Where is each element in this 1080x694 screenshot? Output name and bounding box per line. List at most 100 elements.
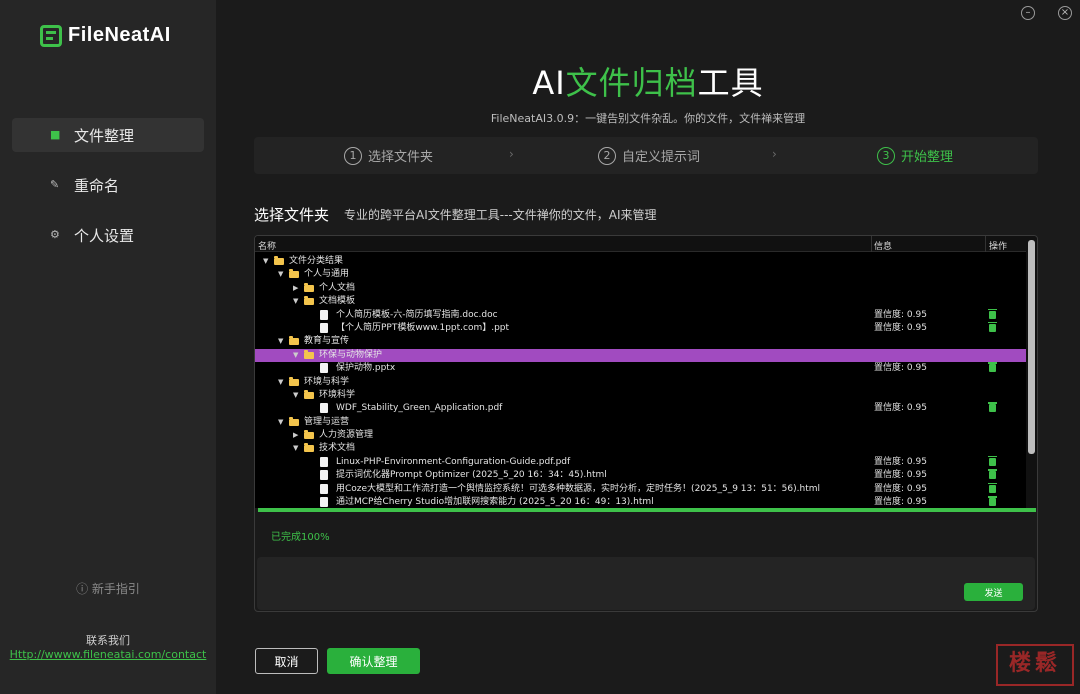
folder-icon <box>289 269 299 279</box>
expand-arrow-icon[interactable]: ▼ <box>263 255 271 268</box>
edit-icon: ✎ <box>50 178 60 191</box>
section-title: 选择文件夹 <box>254 206 330 224</box>
contact-title: 联系我们 <box>86 634 130 647</box>
trash-icon[interactable] <box>988 362 997 373</box>
tree-folder-row[interactable]: ▼ 文件分类结果 <box>255 255 1026 268</box>
expand-arrow-icon[interactable]: ▼ <box>293 389 301 402</box>
step-label: 自定义提示词 <box>622 150 701 165</box>
tree-folder-row[interactable]: ▼ 教育与宣传 <box>255 335 1026 348</box>
tree-item-name: 文件分类结果 <box>289 256 344 266</box>
tree-folder-row[interactable]: ▼ 技术文档 <box>255 442 1026 455</box>
trash-icon[interactable] <box>988 402 997 413</box>
trash-icon[interactable] <box>988 469 997 480</box>
cancel-button[interactable]: 取消 <box>255 648 318 674</box>
file-icon <box>320 309 328 320</box>
tree-file-row[interactable]: 用Coze大模型和工作流打造一个舆情监控系统！可选多种数据源，实时分析，定时任务… <box>255 482 1026 496</box>
expand-arrow-icon[interactable]: ▼ <box>278 416 286 429</box>
tree-folder-row[interactable]: ▶ 人力资源管理 <box>255 429 1026 442</box>
tree-item-name: 通过MCP给Cherry Studio增加联网搜索能力 (2025_5_20 1… <box>336 497 654 508</box>
tree-folder-row[interactable]: ▼ 个人与通用 <box>255 268 1026 281</box>
sidebar-nav: ■ 文件整理 ✎ 重命名 ⚙ 个人设置 <box>12 118 204 268</box>
tree-folder-row[interactable]: ▼ 文档模板 <box>255 295 1026 308</box>
step-custom-prompt[interactable]: 2 自定义提示词 <box>598 137 700 174</box>
trash-icon[interactable] <box>988 455 997 466</box>
trash-icon[interactable] <box>988 496 997 507</box>
collapse-arrow-icon[interactable]: ▶ <box>293 429 301 442</box>
tree-header: 名称 信息 操作 <box>255 236 1026 252</box>
tree-file-row[interactable]: 保护动物.pptx 置信度: 0.95 <box>255 362 1026 375</box>
watermark-stamp: 楼鬆 <box>996 644 1074 686</box>
tree-file-row[interactable]: Linux-PHP-Environment-Configuration-Guid… <box>255 455 1026 469</box>
tree-item-name: 保护动物.pptx <box>336 363 396 374</box>
tree-folder-row[interactable]: ▼ 管理与运营 <box>255 416 1026 429</box>
expand-arrow-icon[interactable]: ▼ <box>278 268 286 281</box>
sidebar-item-rename[interactable]: ✎ 重命名 <box>12 168 204 202</box>
close-icon[interactable]: × <box>1058 6 1072 20</box>
sidebar-item-settings[interactable]: ⚙ 个人设置 <box>12 218 204 252</box>
tree-folder-row[interactable]: ▼ 环境科学 <box>255 389 1026 402</box>
progress-label: 已完成100% <box>271 532 330 543</box>
tree-file-row[interactable]: WDF_Stability_Green_Application.pdf 置信度: … <box>255 402 1026 415</box>
send-button[interactable]: 发送 <box>964 583 1023 601</box>
tree-item-name: 个人与通用 <box>304 269 350 280</box>
tree-file-row[interactable]: 提示词优化器Prompt Optimizer (2025_5_20 16：34：… <box>255 469 1026 482</box>
file-tree[interactable]: 名称 信息 操作 ▼ 文件分类结果 ▼ 个人与通用 ▶ 个人文档 ▼ 文档模板 个人简历模板-六… <box>255 236 1026 508</box>
app-name: FileNeatAI <box>68 24 171 46</box>
trash-icon[interactable] <box>988 308 997 319</box>
expand-arrow-icon[interactable]: ▼ <box>278 376 286 389</box>
tree-rows: ▼ 文件分类结果 ▼ 个人与通用 ▶ 个人文档 ▼ 文档模板 个人简历模板-六-简历填写指南.d… <box>255 255 1026 508</box>
minimize-icon[interactable]: – <box>1021 6 1035 20</box>
confidence-text: 置信度: 0.95 <box>874 309 927 320</box>
page-title: AI文件归档工具 <box>216 58 1080 104</box>
tree-folder-row[interactable]: ▼ 环保与动物保护 <box>255 348 1026 363</box>
title-prefix: AI <box>532 64 566 102</box>
app-logo: FileNeatAI <box>40 24 171 47</box>
tree-folder-row[interactable]: ▶ 个人文档 <box>255 282 1026 295</box>
beginner-guide-link[interactable]: ⓘ 新手指引 <box>0 580 216 597</box>
sidebar-item-label: 个人设置 <box>74 226 135 245</box>
step-start-organize[interactable]: 3 开始整理 <box>877 137 953 174</box>
expand-arrow-icon[interactable]: ▼ <box>278 335 286 348</box>
file-icon <box>320 363 328 374</box>
folder-icon <box>304 296 314 306</box>
sidebar: FileNeatAI ■ 文件整理 ✎ 重命名 ⚙ 个人设置 ⓘ 新手指引 联系… <box>0 0 216 694</box>
chevron-right-icon: › <box>509 147 514 161</box>
tree-item-name: 提示词优化器Prompt Optimizer (2025_5_20 16：34：… <box>336 470 607 481</box>
tree-item-name: Linux-PHP-Environment-Configuration-Guid… <box>336 456 571 467</box>
tree-item-name: 环境与科学 <box>304 376 350 387</box>
stepper: 1 选择文件夹 › 2 自定义提示词 › 3 开始整理 <box>254 137 1038 174</box>
confidence-text: 置信度: 0.95 <box>874 403 927 414</box>
logo-icon <box>40 24 62 47</box>
file-icon <box>320 322 328 333</box>
contact-link[interactable]: Http://wwww.fileneatai.com/contact <box>0 648 216 661</box>
step-number: 2 <box>598 146 616 165</box>
chat-input[interactable] <box>257 557 1035 610</box>
expand-arrow-icon[interactable]: ▼ <box>293 295 301 308</box>
confirm-organize-button[interactable]: 确认整理 <box>327 648 420 674</box>
file-icon <box>320 497 328 508</box>
step-number: 3 <box>877 146 895 165</box>
collapse-arrow-icon[interactable]: ▶ <box>293 282 301 295</box>
sidebar-item-label: 文件整理 <box>74 126 135 145</box>
header-action: 操作 <box>989 242 1008 252</box>
tree-item-name: 用Coze大模型和工作流打造一个舆情监控系统！可选多种数据源，实时分析，定时任务… <box>336 483 821 494</box>
sidebar-item-file-organize[interactable]: ■ 文件整理 <box>12 118 204 152</box>
trash-icon[interactable] <box>988 482 997 493</box>
expand-arrow-icon[interactable]: ▼ <box>293 442 301 455</box>
confidence-text: 置信度: 0.95 <box>874 497 927 508</box>
tree-file-row[interactable]: 个人简历模板-六-简历填写指南.doc.doc 置信度: 0.95 <box>255 308 1026 322</box>
tree-item-name: WDF_Stability_Green_Application.pdf <box>336 403 503 414</box>
trash-icon[interactable] <box>988 321 997 332</box>
expand-arrow-icon[interactable]: ▼ <box>293 349 301 362</box>
tree-folder-row[interactable]: ▼ 环境与科学 <box>255 376 1026 389</box>
file-icon <box>320 456 328 467</box>
confidence-text: 置信度: 0.95 <box>874 470 927 481</box>
folder-icon <box>304 349 314 359</box>
scrollbar-thumb[interactable] <box>1028 240 1035 454</box>
tree-item-name: 管理与运营 <box>304 416 350 427</box>
tree-file-row[interactable]: 【个人简历PPT模板www.1ppt.com】.ppt 置信度: 0.95 <box>255 321 1026 335</box>
help-icon: ⓘ <box>76 582 89 596</box>
step-select-folder[interactable]: 1 选择文件夹 <box>344 137 433 174</box>
chevron-right-icon: › <box>772 147 777 161</box>
tree-file-row[interactable]: 通过MCP给Cherry Studio增加联网搜索能力 (2025_5_20 1… <box>255 496 1026 508</box>
